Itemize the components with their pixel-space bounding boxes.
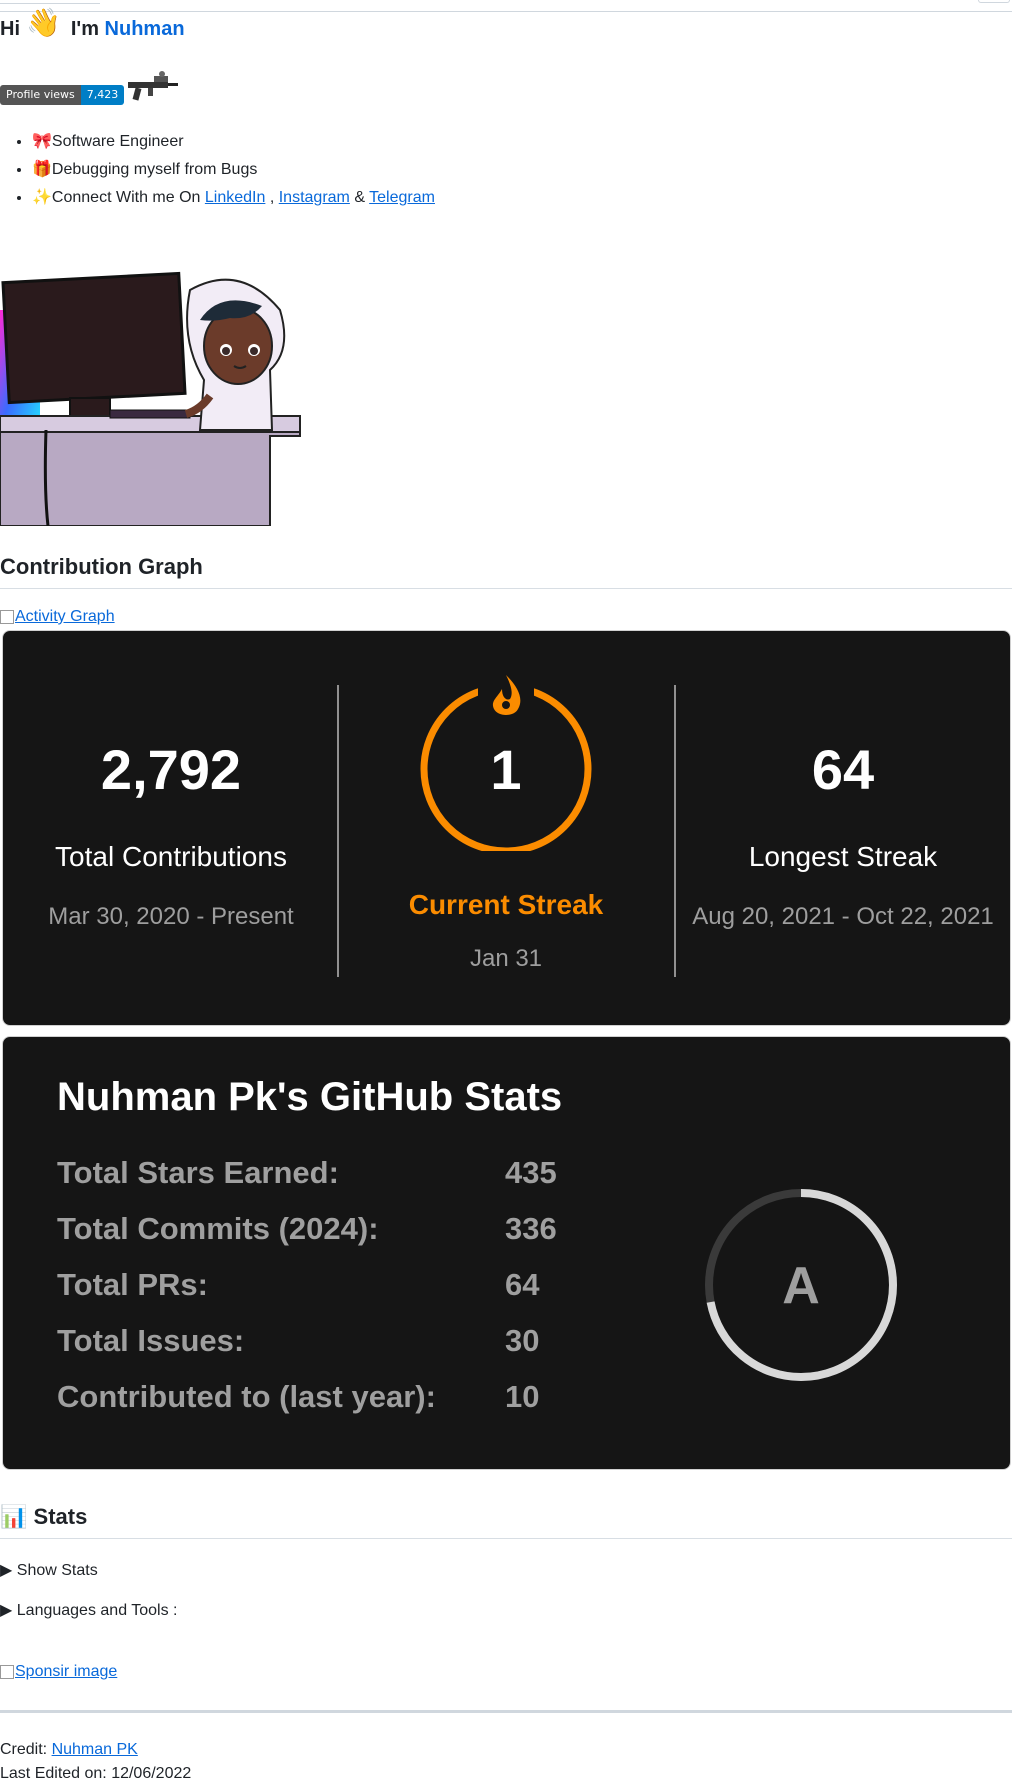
stats-label: Total Commits (2024): — [57, 1211, 379, 1246]
stats-label: Total Stars Earned: — [57, 1155, 339, 1190]
coder-illustration — [0, 271, 301, 526]
languages-tools-toggle[interactable]: ▶ Languages and Tools : — [0, 1600, 178, 1620]
stats-row: Total Issues: 30 — [57, 1323, 539, 1359]
sponsor-link[interactable]: Sponsir image — [15, 1663, 117, 1681]
stats-row: Total PRs: 64 — [57, 1267, 539, 1303]
triangle-right-icon: ▶ — [0, 1562, 13, 1579]
separator: , — [269, 189, 275, 206]
wave-icon: 👋 — [26, 7, 61, 38]
stats-heading: 📊 Stats — [0, 1504, 1012, 1539]
linkedin-link[interactable]: LinkedIn — [205, 189, 266, 206]
show-stats-label: Show Stats — [16, 1562, 98, 1579]
top-tab — [0, 0, 100, 4]
greeting: Hi 👋 I'm Nuhman — [0, 7, 185, 41]
separator: & — [354, 189, 365, 206]
stats-label: Total PRs: — [57, 1267, 208, 1302]
list-item: 🎁Debugging myself from Bugs — [32, 156, 435, 184]
current-streak-col: 1 Current Streak Jan 31 — [338, 631, 674, 1025]
github-stats-card: Nuhman Pk's GitHub Stats Total Stars Ear… — [2, 1036, 1011, 1470]
triangle-right-icon: ▶ — [0, 1602, 13, 1619]
current-streak-value: 1 — [490, 738, 522, 801]
current-streak-date: Jan 31 — [469, 945, 543, 972]
total-contributions-range: Mar 30, 2020 - Present — [48, 903, 294, 930]
rank-circle: A — [705, 1189, 897, 1381]
stats-label: Total Issues: — [57, 1323, 245, 1358]
streak-stats-card: 2,792 Total Contributions Mar 30, 2020 -… — [2, 630, 1011, 1026]
gift-icon: 🎁 — [32, 161, 52, 178]
stats-heading-text: Stats — [33, 1504, 88, 1529]
longest-streak-value: 64 — [811, 738, 875, 801]
total-contributions-label: Total Contributions — [55, 841, 287, 872]
badge-label: Profile views — [0, 85, 81, 105]
greeting-im: I'm — [70, 18, 99, 40]
longest-streak-col: 64 Longest Streak Aug 20, 2021 - Oct 22,… — [675, 631, 1011, 1025]
longest-streak-label: Longest Streak — [748, 841, 938, 872]
total-contributions-value: 2,792 — [100, 738, 242, 801]
activity-graph-image[interactable]: Activity Graph — [0, 608, 115, 626]
credit-line: Credit: Nuhman PK — [0, 1738, 138, 1762]
intro-text: Debugging myself from Bugs — [51, 161, 258, 178]
badge-value: 7,423 — [80, 85, 125, 105]
activity-graph-link[interactable]: Activity Graph — [15, 608, 115, 626]
sponsor-image[interactable]: Sponsir image — [0, 1663, 117, 1681]
top-corner — [978, 0, 1010, 3]
list-item: 🎀Software Engineer — [32, 128, 435, 156]
stats-value: 336 — [505, 1211, 557, 1246]
credit-link[interactable]: Nuhman PK — [52, 1741, 138, 1758]
top-border — [0, 0, 1012, 12]
sparkles-icon: ✨ — [32, 189, 52, 206]
intro-list: 🎀Software Engineer 🎁Debugging myself fro… — [0, 128, 435, 212]
current-streak-label: Current Streak — [408, 889, 604, 920]
divider — [0, 1710, 1012, 1713]
contribution-heading: Contribution Graph — [0, 554, 1012, 589]
stats-value: 64 — [505, 1267, 540, 1302]
telegram-link[interactable]: Telegram — [369, 189, 435, 206]
intro-text: Software Engineer — [51, 133, 184, 150]
stats-label: Contributed to (last year): — [57, 1379, 436, 1414]
bar-chart-icon: 📊 — [0, 1504, 28, 1529]
stats-row: Total Commits (2024): 336 — [57, 1211, 557, 1247]
show-stats-toggle[interactable]: ▶ Show Stats — [0, 1560, 98, 1580]
languages-tools-label: Languages and Tools : — [16, 1602, 178, 1619]
ribbon-icon: 🎀 — [32, 133, 52, 150]
stats-value: 30 — [505, 1323, 540, 1358]
broken-image-icon — [0, 610, 14, 624]
greeting-hi: Hi — [0, 18, 20, 40]
profile-views-badge: Profile views 7,423 — [0, 85, 125, 105]
name-link[interactable]: Nuhman — [105, 18, 185, 41]
total-contributions-col: 2,792 Total Contributions Mar 30, 2020 -… — [3, 631, 339, 1025]
last-edited: Last Edited on: 12/06/2022 — [0, 1765, 192, 1782]
gun-gif-icon — [128, 71, 178, 101]
broken-image-icon — [0, 1665, 14, 1679]
connect-text: Connect With me On — [51, 189, 201, 206]
stats-value: 10 — [505, 1379, 540, 1414]
instagram-link[interactable]: Instagram — [279, 189, 350, 206]
stats-row: Contributed to (last year): 10 — [57, 1379, 539, 1415]
credit-label: Credit: — [0, 1741, 48, 1758]
stats-value: 435 — [505, 1155, 557, 1190]
list-item: ✨Connect With me On LinkedIn , Instagram… — [32, 184, 435, 212]
github-stats-title: Nuhman Pk's GitHub Stats — [57, 1075, 563, 1119]
longest-streak-range: Aug 20, 2021 - Oct 22, 2021 — [692, 903, 994, 930]
stats-row: Total Stars Earned: 435 — [57, 1155, 557, 1191]
rank-letter: A — [782, 1257, 820, 1315]
